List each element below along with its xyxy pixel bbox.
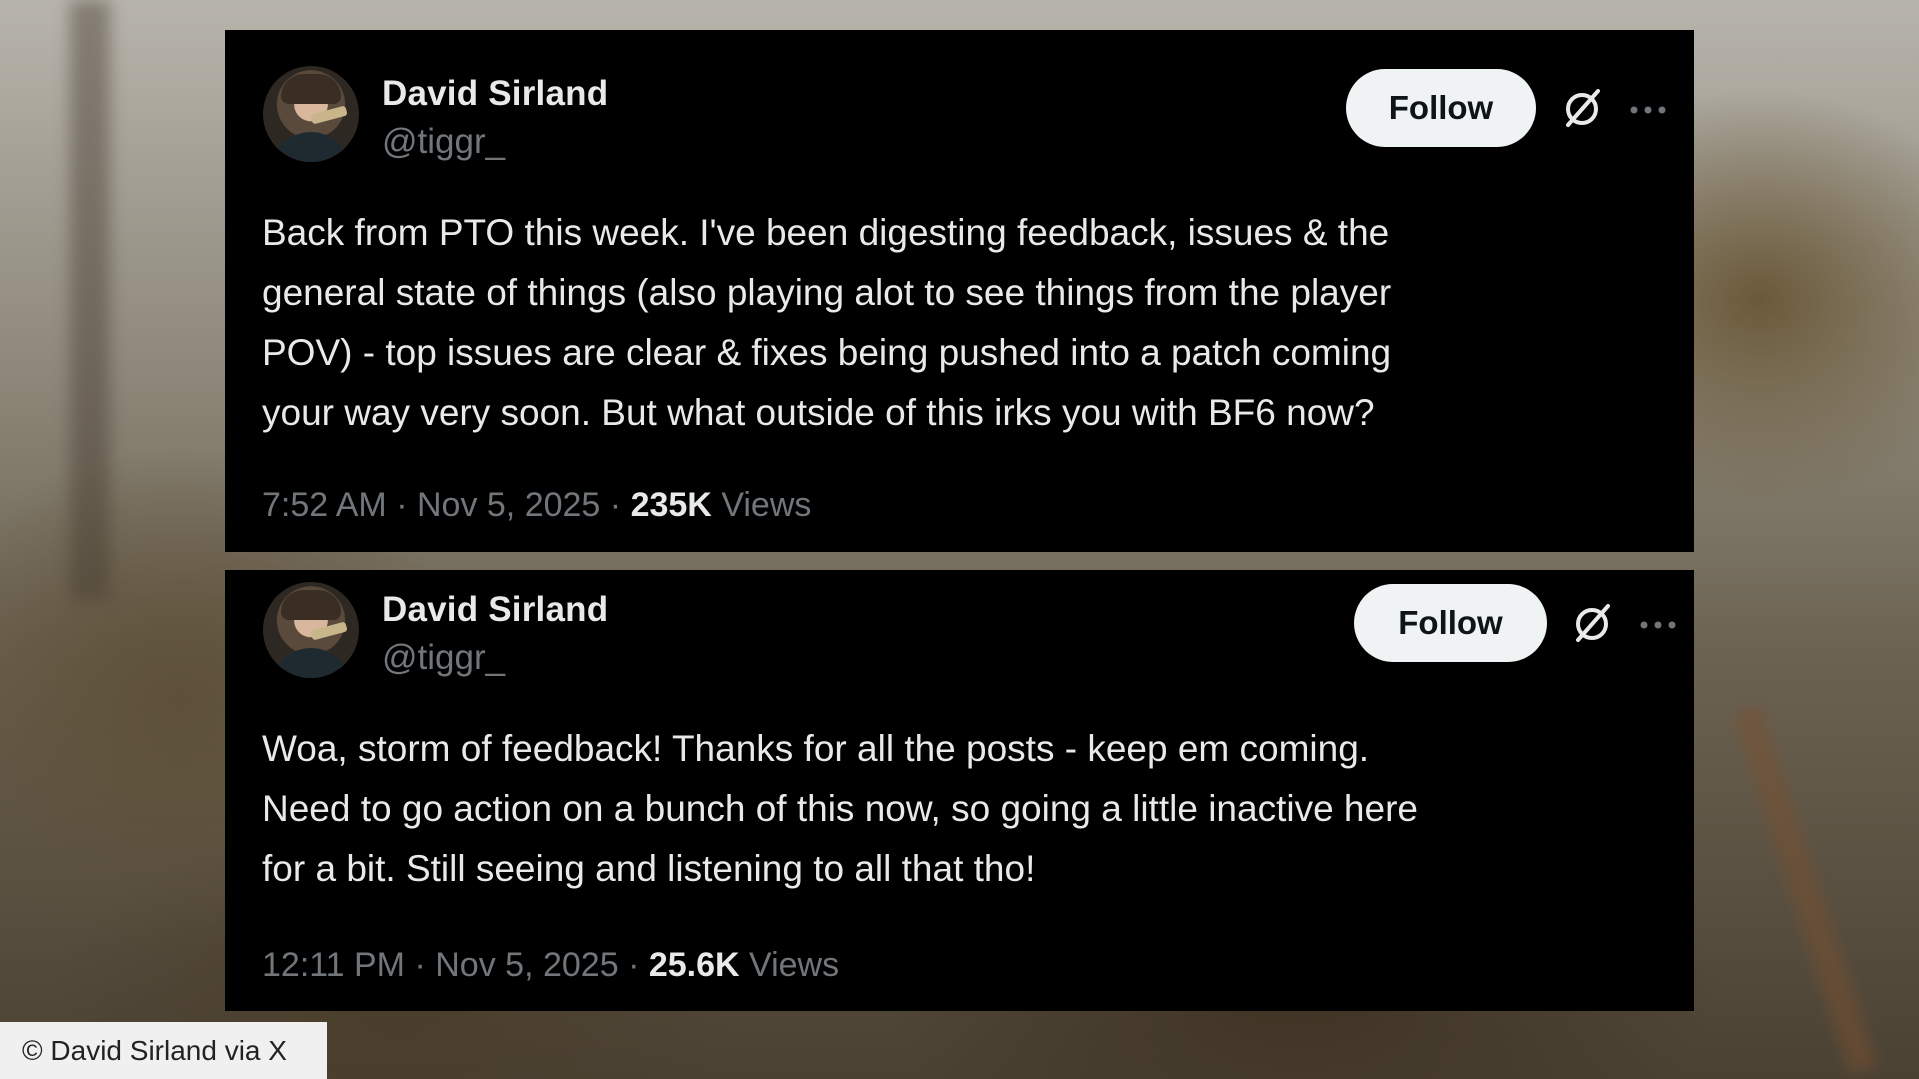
tweet-time[interactable]: 7:52 AM: [262, 486, 387, 524]
avatar[interactable]: [263, 582, 359, 678]
separator: ·: [609, 486, 622, 524]
separator: ·: [396, 486, 408, 524]
more-icon[interactable]: [1626, 100, 1670, 120]
author-handle[interactable]: @tiggr_: [382, 122, 505, 162]
tweet-card: David Sirland @tiggr_ Follow Back from P…: [225, 30, 1694, 552]
tweet-text: Woa, storm of feedback! Thanks for all t…: [262, 728, 1418, 889]
tweet-date[interactable]: Nov 5, 2025: [435, 946, 618, 984]
separator: ·: [414, 946, 426, 984]
avatar[interactable]: [263, 66, 359, 162]
views-count[interactable]: 235K: [631, 486, 712, 524]
tweet-meta: 12:11 PM · Nov 5, 2025 · 25.6K Views: [262, 946, 839, 985]
tweet-time[interactable]: 12:11 PM: [262, 946, 405, 984]
more-icon[interactable]: [1636, 615, 1680, 635]
author-name[interactable]: David Sirland: [382, 590, 608, 630]
tweet-meta: 7:52 AM · Nov 5, 2025 · 235K Views: [262, 486, 811, 525]
tweet-date[interactable]: Nov 5, 2025: [417, 486, 600, 524]
separator: ·: [628, 946, 640, 984]
views-label: Views: [749, 946, 840, 984]
grok-icon[interactable]: [1560, 86, 1604, 130]
views-count[interactable]: 25.6K: [649, 946, 740, 984]
image-credit: © David Sirland via X: [0, 1022, 327, 1079]
grok-icon[interactable]: [1570, 601, 1614, 645]
follow-button[interactable]: Follow: [1346, 69, 1536, 147]
follow-button[interactable]: Follow: [1354, 584, 1547, 662]
tweet-card: David Sirland @tiggr_ Follow Woa, storm …: [225, 570, 1694, 1011]
author-name[interactable]: David Sirland: [382, 74, 608, 114]
views-label: Views: [721, 486, 812, 524]
tweet-text: Back from PTO this week. I've been diges…: [262, 212, 1392, 433]
author-handle[interactable]: @tiggr_: [382, 638, 505, 678]
